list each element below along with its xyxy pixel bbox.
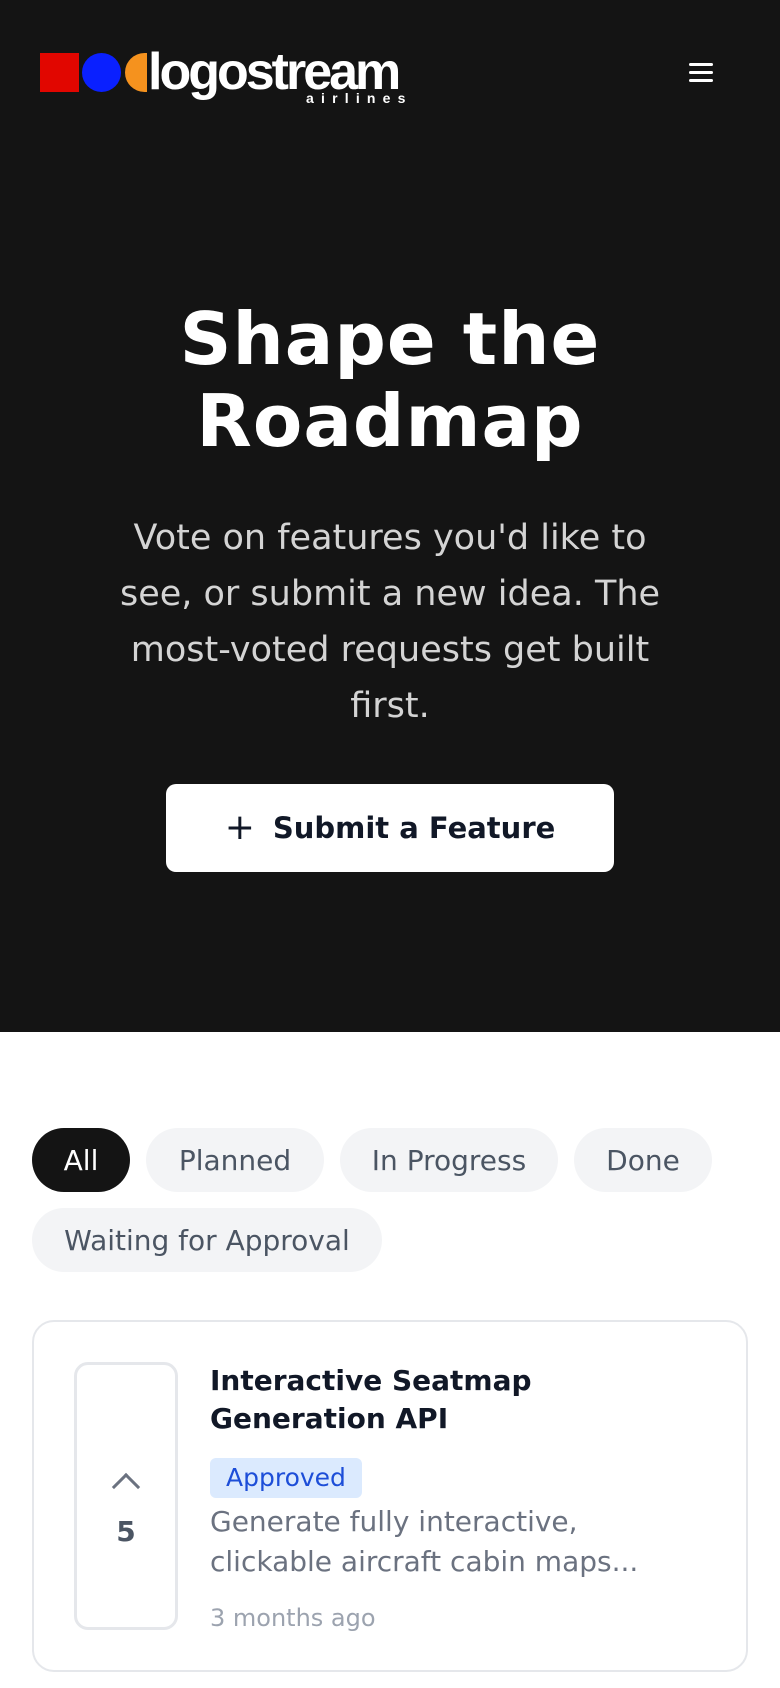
filter-done[interactable]: Done — [574, 1128, 712, 1192]
vote-count: 5 — [116, 1515, 136, 1548]
chevron-up-icon — [111, 1472, 141, 1502]
filter-waiting-for-approval[interactable]: Waiting for Approval — [32, 1208, 382, 1272]
logo-red-square — [40, 53, 79, 92]
feature-timestamp: 3 months ago — [210, 1604, 376, 1632]
page-title: Shape the Roadmap — [179, 297, 601, 463]
feature-card[interactable]: 5 Interactive Seatmap Generation API App… — [32, 1320, 748, 1672]
hero-subtitle: Vote on features you'd like to see, or s… — [119, 518, 661, 726]
filter-in-progress[interactable]: In Progress — [340, 1128, 558, 1192]
logo-subtitle: airlines — [306, 90, 413, 106]
feature-title[interactable]: Interactive Seatmap Generation API — [210, 1362, 710, 1438]
filter-all[interactable]: All — [32, 1128, 130, 1192]
logo[interactable]: logostream airlines — [40, 44, 440, 110]
upvote-button[interactable]: 5 — [74, 1362, 178, 1630]
plus-icon: + — [224, 807, 255, 848]
submit-feature-button[interactable]: + Submit a Feature — [166, 784, 614, 872]
status-badge: Approved — [210, 1458, 362, 1498]
submit-feature-label: Submit a Feature — [272, 811, 556, 845]
logo-blue-circle — [82, 53, 121, 92]
filter-planned[interactable]: Planned — [146, 1128, 324, 1192]
hero-section: logostream airlines Shape the Roadmap Vo… — [0, 0, 780, 1032]
feature-description: Generate fully interactive, clickable ai… — [210, 1505, 639, 1578]
logo-orange-half-circle — [125, 53, 147, 92]
hamburger-menu-icon[interactable] — [676, 50, 724, 98]
